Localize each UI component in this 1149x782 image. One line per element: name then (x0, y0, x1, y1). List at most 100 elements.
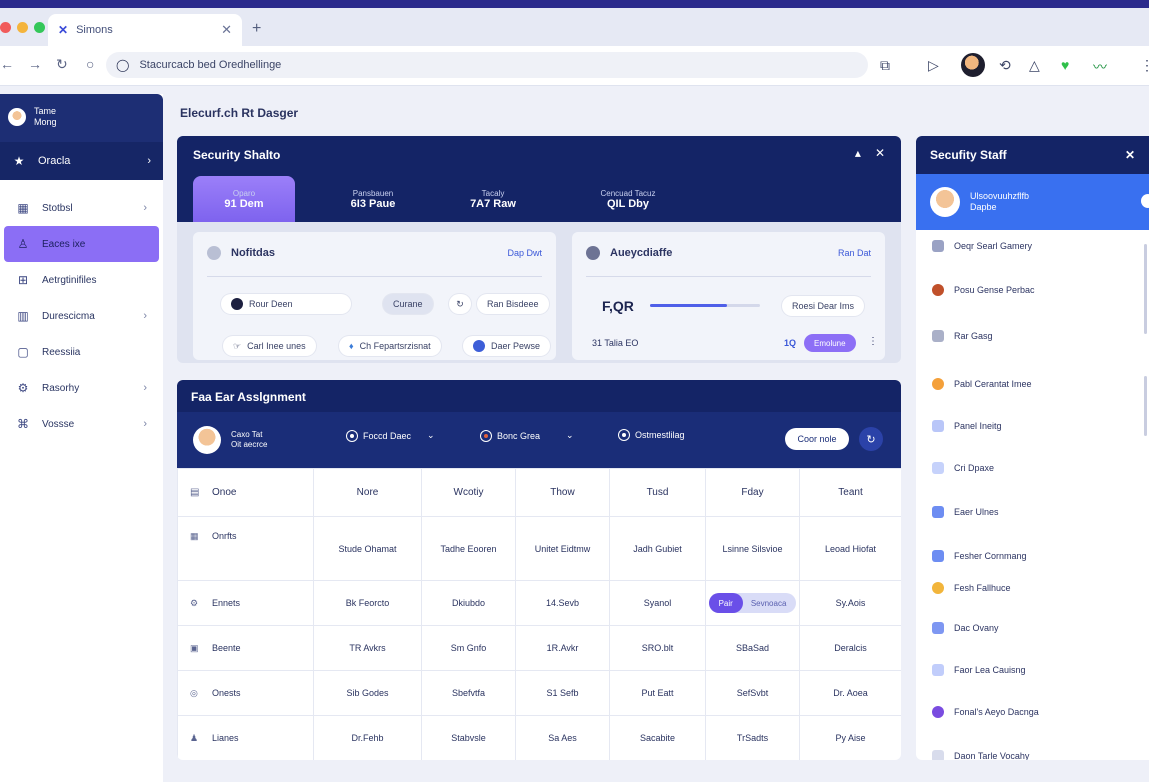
scrollbar[interactable] (1144, 376, 1147, 436)
scrollbar[interactable] (1144, 244, 1147, 334)
sidebar-item-rasorhy[interactable]: ⚙ Rasorhy › (4, 370, 159, 406)
list-item[interactable]: Eaer Ulnes (916, 506, 1149, 518)
bookmark-icon[interactable]: ▷ (928, 57, 939, 74)
table-row[interactable]: ⚙ Ennets Bk Feorcto Dkiubdo 14.Sevb Syano… (177, 580, 901, 626)
table-cell[interactable]: 14.Sevb (515, 580, 610, 626)
table-cell[interactable]: Pair Sevnoaca (705, 580, 800, 626)
chip-ch[interactable]: ♦ Ch Fepartsrzisnat (339, 336, 441, 356)
stat-tab-tacaly[interactable]: Tacaly 7A7 Raw (433, 176, 553, 222)
table-cell[interactable]: SRO.blt (609, 625, 706, 671)
list-item[interactable]: Oeqr Searl Gamery (916, 240, 1149, 252)
reload-icon[interactable]: ↻ (56, 56, 68, 73)
close-window-dot[interactable] (0, 22, 11, 33)
refresh-button[interactable]: ↻ (859, 427, 883, 451)
extension-icon[interactable]: ⟲ (999, 57, 1011, 74)
chip-carl[interactable]: ☞ Carl Inee unes (223, 336, 316, 356)
wave-icon[interactable]: 〰 (1093, 57, 1107, 77)
table-cell[interactable]: TrSadts (705, 715, 800, 760)
stat-tab-cencuad[interactable]: Cencuad Tacuz QIL Dby (553, 176, 703, 222)
table-cell[interactable]: Sm Gnfo (421, 625, 516, 671)
table-row[interactable]: ◎ Onests Sib Godes Sbefvtfa S1 Sefb Put E… (177, 670, 901, 716)
coor-nole-button[interactable]: Coor nole (785, 428, 849, 450)
table-cell[interactable]: Py Aise (799, 715, 901, 760)
close-icon[interactable]: ✕ (1125, 148, 1135, 162)
card-link[interactable]: Dap Dwt (507, 248, 542, 258)
table-row[interactable]: ▣ Beente TR Avkrs Sm Gnfo 1R.Avkr SRO.blt… (177, 625, 901, 671)
filter-foccd[interactable]: Foccd Daec ⌄ (347, 430, 435, 441)
table-cell[interactable]: Jadh Gubiet (609, 516, 706, 581)
list-item[interactable]: Panel Ineitg (916, 420, 1149, 432)
table-cell[interactable]: Sib Godes (313, 670, 422, 716)
sidebar-item-eaces[interactable]: ♙ Eaces ixe (4, 226, 159, 262)
curane-button[interactable]: Curane (383, 294, 433, 314)
card-link[interactable]: Ran Dat (838, 248, 871, 258)
table-cell[interactable]: Stabvsle (421, 715, 516, 760)
sidebar-item-reessiia[interactable]: ▢ Reessiia (4, 334, 159, 370)
table-cell[interactable]: Deralcis (799, 625, 901, 671)
maximize-window-dot[interactable] (34, 22, 45, 33)
list-item[interactable]: Fesher Cornmang (916, 550, 1149, 562)
collapse-icon[interactable]: ▴ (855, 146, 861, 160)
sidebar-item-aetrgtinifiles[interactable]: ⊞ Aetrgtinifiles (4, 262, 159, 298)
ran-bisdeee-button[interactable]: Ran Bisdeee (477, 294, 549, 314)
table-cell[interactable]: Unitet Eidtmw (515, 516, 610, 581)
table-cell[interactable]: Leoad Hiofat (799, 516, 901, 581)
stat-tab-pansbauen[interactable]: Pansbauen 6I3 Paue (313, 176, 433, 222)
list-item[interactable]: Posu Gense Perbac (916, 284, 1149, 296)
table-cell[interactable]: Put Eatt (609, 670, 706, 716)
filter-ostmestlilag[interactable]: Ostmestlilag (619, 430, 685, 440)
sidebar-item-active[interactable]: ★ Oracla › (0, 142, 163, 180)
filter-bonc[interactable]: Bonc Grea ⌄ (481, 430, 574, 441)
heart-icon[interactable]: ♥ (1061, 57, 1069, 73)
assignment-user[interactable]: Caxo Tat Oit aecrce (193, 426, 267, 454)
status-badge[interactable]: Emolune (804, 334, 856, 352)
chip-daer[interactable]: Daer Pewse (463, 336, 551, 356)
table-cell[interactable]: Dkiubdo (421, 580, 516, 626)
sidebar-user[interactable]: Tame Mong (8, 106, 57, 128)
list-item[interactable]: Fonal's Aeyo Dacnga (916, 706, 1149, 718)
close-icon[interactable]: ✕ (875, 146, 885, 160)
tab-close-icon[interactable]: ✕ (221, 22, 232, 38)
stat-tab-oparo[interactable]: Oparo 91 Dem (193, 176, 295, 222)
forward-icon[interactable]: → (28, 56, 42, 72)
home-icon[interactable]: ○ (86, 56, 94, 72)
more-icon[interactable]: ⋮ (868, 336, 878, 347)
table-cell[interactable]: Bk Feorcto (313, 580, 422, 626)
column-header[interactable]: Thow (515, 468, 610, 517)
sidebar-item-vossse[interactable]: ⌘ Vossse › (4, 406, 159, 442)
status-tag[interactable]: Pair Sevnoaca (708, 593, 797, 613)
sidebar-item-stotbsl[interactable]: ▦ Stotbsl › (4, 190, 159, 226)
site-info-icon[interactable]: ◯ (116, 58, 129, 72)
table-cell[interactable]: Lsinne Silsvioe (705, 516, 800, 581)
table-cell[interactable]: TR Avkrs (313, 625, 422, 671)
profile-avatar[interactable] (961, 53, 985, 77)
column-header[interactable]: Wcotiy (421, 468, 516, 517)
table-cell[interactable]: SefSvbt (705, 670, 800, 716)
table-cell[interactable]: Sa Aes (515, 715, 610, 760)
list-item[interactable]: Rar Gasg (916, 330, 1149, 342)
list-item[interactable]: Daon Tarle Vocahy (916, 750, 1149, 760)
table-cell[interactable]: Sy.Aois (799, 580, 901, 626)
list-item[interactable]: Cri Dpaxe (916, 462, 1149, 474)
list-item[interactable]: Fesh Fallhuce (916, 582, 1149, 594)
table-cell[interactable]: Tadhe Eooren (421, 516, 516, 581)
toggle-knob[interactable] (1141, 194, 1149, 208)
column-header[interactable]: Teant (799, 468, 901, 517)
column-header[interactable]: Nore (313, 468, 422, 517)
table-cell[interactable]: Dr. Aoea (799, 670, 901, 716)
table-cell[interactable]: SBaSad (705, 625, 800, 671)
sidebar-item-durescicma[interactable]: ▥ Durescicma › (4, 298, 159, 334)
table-cell[interactable]: Sacabite (609, 715, 706, 760)
table-cell[interactable]: Dr.Fehb (313, 715, 422, 760)
table-row[interactable]: ♟ Lianes Dr.Fehb Stabvsle Sa Aes Sacabite… (177, 715, 901, 760)
column-header[interactable]: Fday (705, 468, 800, 517)
menu-icon[interactable]: ⋮ (1140, 57, 1149, 74)
table-cell[interactable]: S1 Sefb (515, 670, 610, 716)
action-button[interactable]: Roesi Dear Ims (782, 296, 865, 316)
share-icon[interactable]: ⧉ (880, 57, 890, 74)
address-bar[interactable]: ◯ Stacurcacb bed Oredhellinge (106, 52, 868, 78)
alert-icon[interactable]: △ (1029, 57, 1040, 74)
table-row[interactable]: ▦ Onrfts Stude Ohamat Tadhe Eooren Unitet… (177, 516, 901, 581)
new-tab-icon[interactable]: + (252, 20, 261, 38)
minimize-window-dot[interactable] (17, 22, 28, 33)
